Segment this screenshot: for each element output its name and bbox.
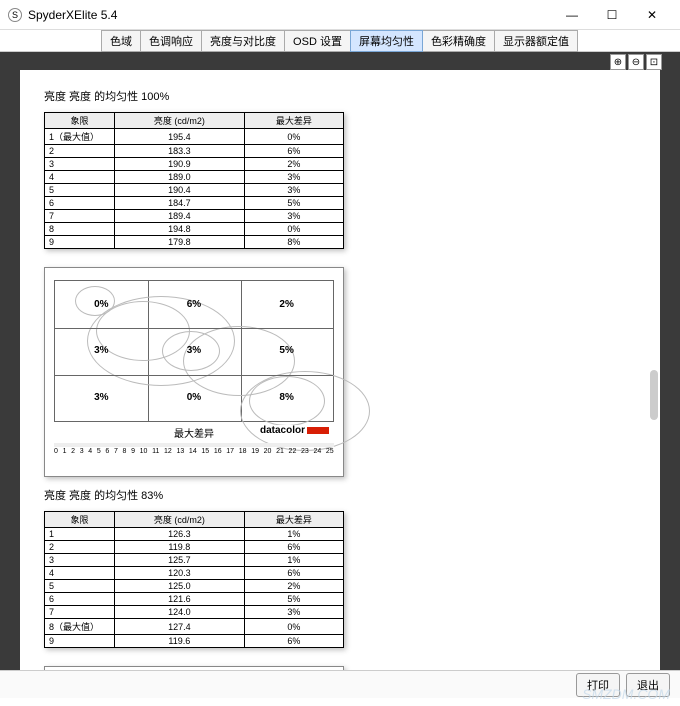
document-scroll[interactable]: 亮度 亮度 的均匀性 100%象限亮度 (cd/m2)最大差异1（最大值）195… [20,70,660,670]
scrollbar-thumb[interactable] [650,370,658,420]
table-row: 3125.71% [45,554,344,567]
tab-OSD 设置[interactable]: OSD 设置 [284,30,351,52]
footer: 打印 退出 [0,670,680,698]
table-row: 2119.86% [45,541,344,554]
brand-logo: datacolor [258,425,331,436]
luminance-table: 象限亮度 (cd/m2)最大差异1126.31%2119.86%3125.71%… [44,511,344,648]
tab-显示器额定值[interactable]: 显示器额定值 [494,30,578,52]
grid-cell: 5% [240,328,333,375]
section-title: 亮度 亮度 的均匀性 83% [44,487,636,503]
table-header: 最大差异 [244,113,343,129]
exit-button[interactable]: 退出 [626,673,670,697]
table-header: 亮度 (cd/m2) [115,113,245,129]
print-button[interactable]: 打印 [576,673,620,697]
app-title: SpyderXElite 5.4 [28,8,552,22]
close-button[interactable]: ✕ [632,1,672,29]
table-row: 7124.03% [45,606,344,619]
grid-cell: 3% [55,328,148,375]
app-icon: S [8,8,22,22]
grid-cell: 6% [148,281,241,328]
tab-色域[interactable]: 色域 [101,30,141,52]
table-row: 9119.66% [45,635,344,648]
table-header: 象限 [45,113,115,129]
table-header: 亮度 (cd/m2) [115,512,245,528]
grid-cell: 0% [55,281,148,328]
grid-cell: 3% [148,328,241,375]
tab-色调响应[interactable]: 色调响应 [140,30,202,52]
minimize-button[interactable]: — [552,1,592,29]
table-row: 7189.43% [45,210,344,223]
tab-亮度与对比度[interactable]: 亮度与对比度 [201,30,285,52]
titlebar: S SpyderXElite 5.4 — ☐ ✕ [0,0,680,30]
table-row: 8（最大值）127.40% [45,619,344,635]
uniformity-chart: 1%6%1% [44,666,344,670]
zoom-toolbar: ⊕ ⊖ ⊡ [610,54,662,70]
table-header: 象限 [45,512,115,528]
table-row: 4189.03% [45,171,344,184]
grid-cell: 8% [240,374,333,421]
maximize-button[interactable]: ☐ [592,1,632,29]
report-document: 亮度 亮度 的均匀性 100%象限亮度 (cd/m2)最大差异1（最大值）195… [20,70,660,670]
tab-色彩精确度[interactable]: 色彩精确度 [422,30,495,52]
table-row: 4120.36% [45,567,344,580]
section-title: 亮度 亮度 的均匀性 100% [44,88,636,104]
chart-grid: 0%6%2%3%3%5%3%0%8% [54,280,334,422]
luminance-table: 象限亮度 (cd/m2)最大差异1（最大值）195.40%2183.36%319… [44,112,344,249]
zoom-fit-icon[interactable]: ⊡ [646,54,662,70]
grid-cell: 2% [240,281,333,328]
tab-屏幕均匀性[interactable]: 屏幕均匀性 [350,30,423,52]
zoom-in-icon[interactable]: ⊕ [610,54,626,70]
table-row: 5190.43% [45,184,344,197]
table-row: 9179.88% [45,236,344,249]
table-row: 1（最大值）195.40% [45,129,344,145]
zoom-out-icon[interactable]: ⊖ [628,54,644,70]
table-row: 6121.65% [45,593,344,606]
table-header: 最大差异 [244,512,343,528]
table-row: 1126.31% [45,528,344,541]
grid-cell: 3% [55,374,148,421]
table-row: 5125.02% [45,580,344,593]
table-row: 8194.80% [45,223,344,236]
tab-bar: 色域色调响应亮度与对比度OSD 设置屏幕均匀性色彩精确度显示器额定值 [0,30,680,52]
table-row: 2183.36% [45,145,344,158]
chart-scale: 0123456789101112131415161718192021222324… [54,443,334,455]
workspace: ⊕ ⊖ ⊡ 亮度 亮度 的均匀性 100%象限亮度 (cd/m2)最大差异1（最… [0,52,680,670]
table-row: 3190.92% [45,158,344,171]
grid-cell: 0% [148,374,241,421]
table-row: 6184.75% [45,197,344,210]
uniformity-chart: 0%6%2%3%3%5%3%0%8%datacolor最大差异012345678… [44,267,344,477]
